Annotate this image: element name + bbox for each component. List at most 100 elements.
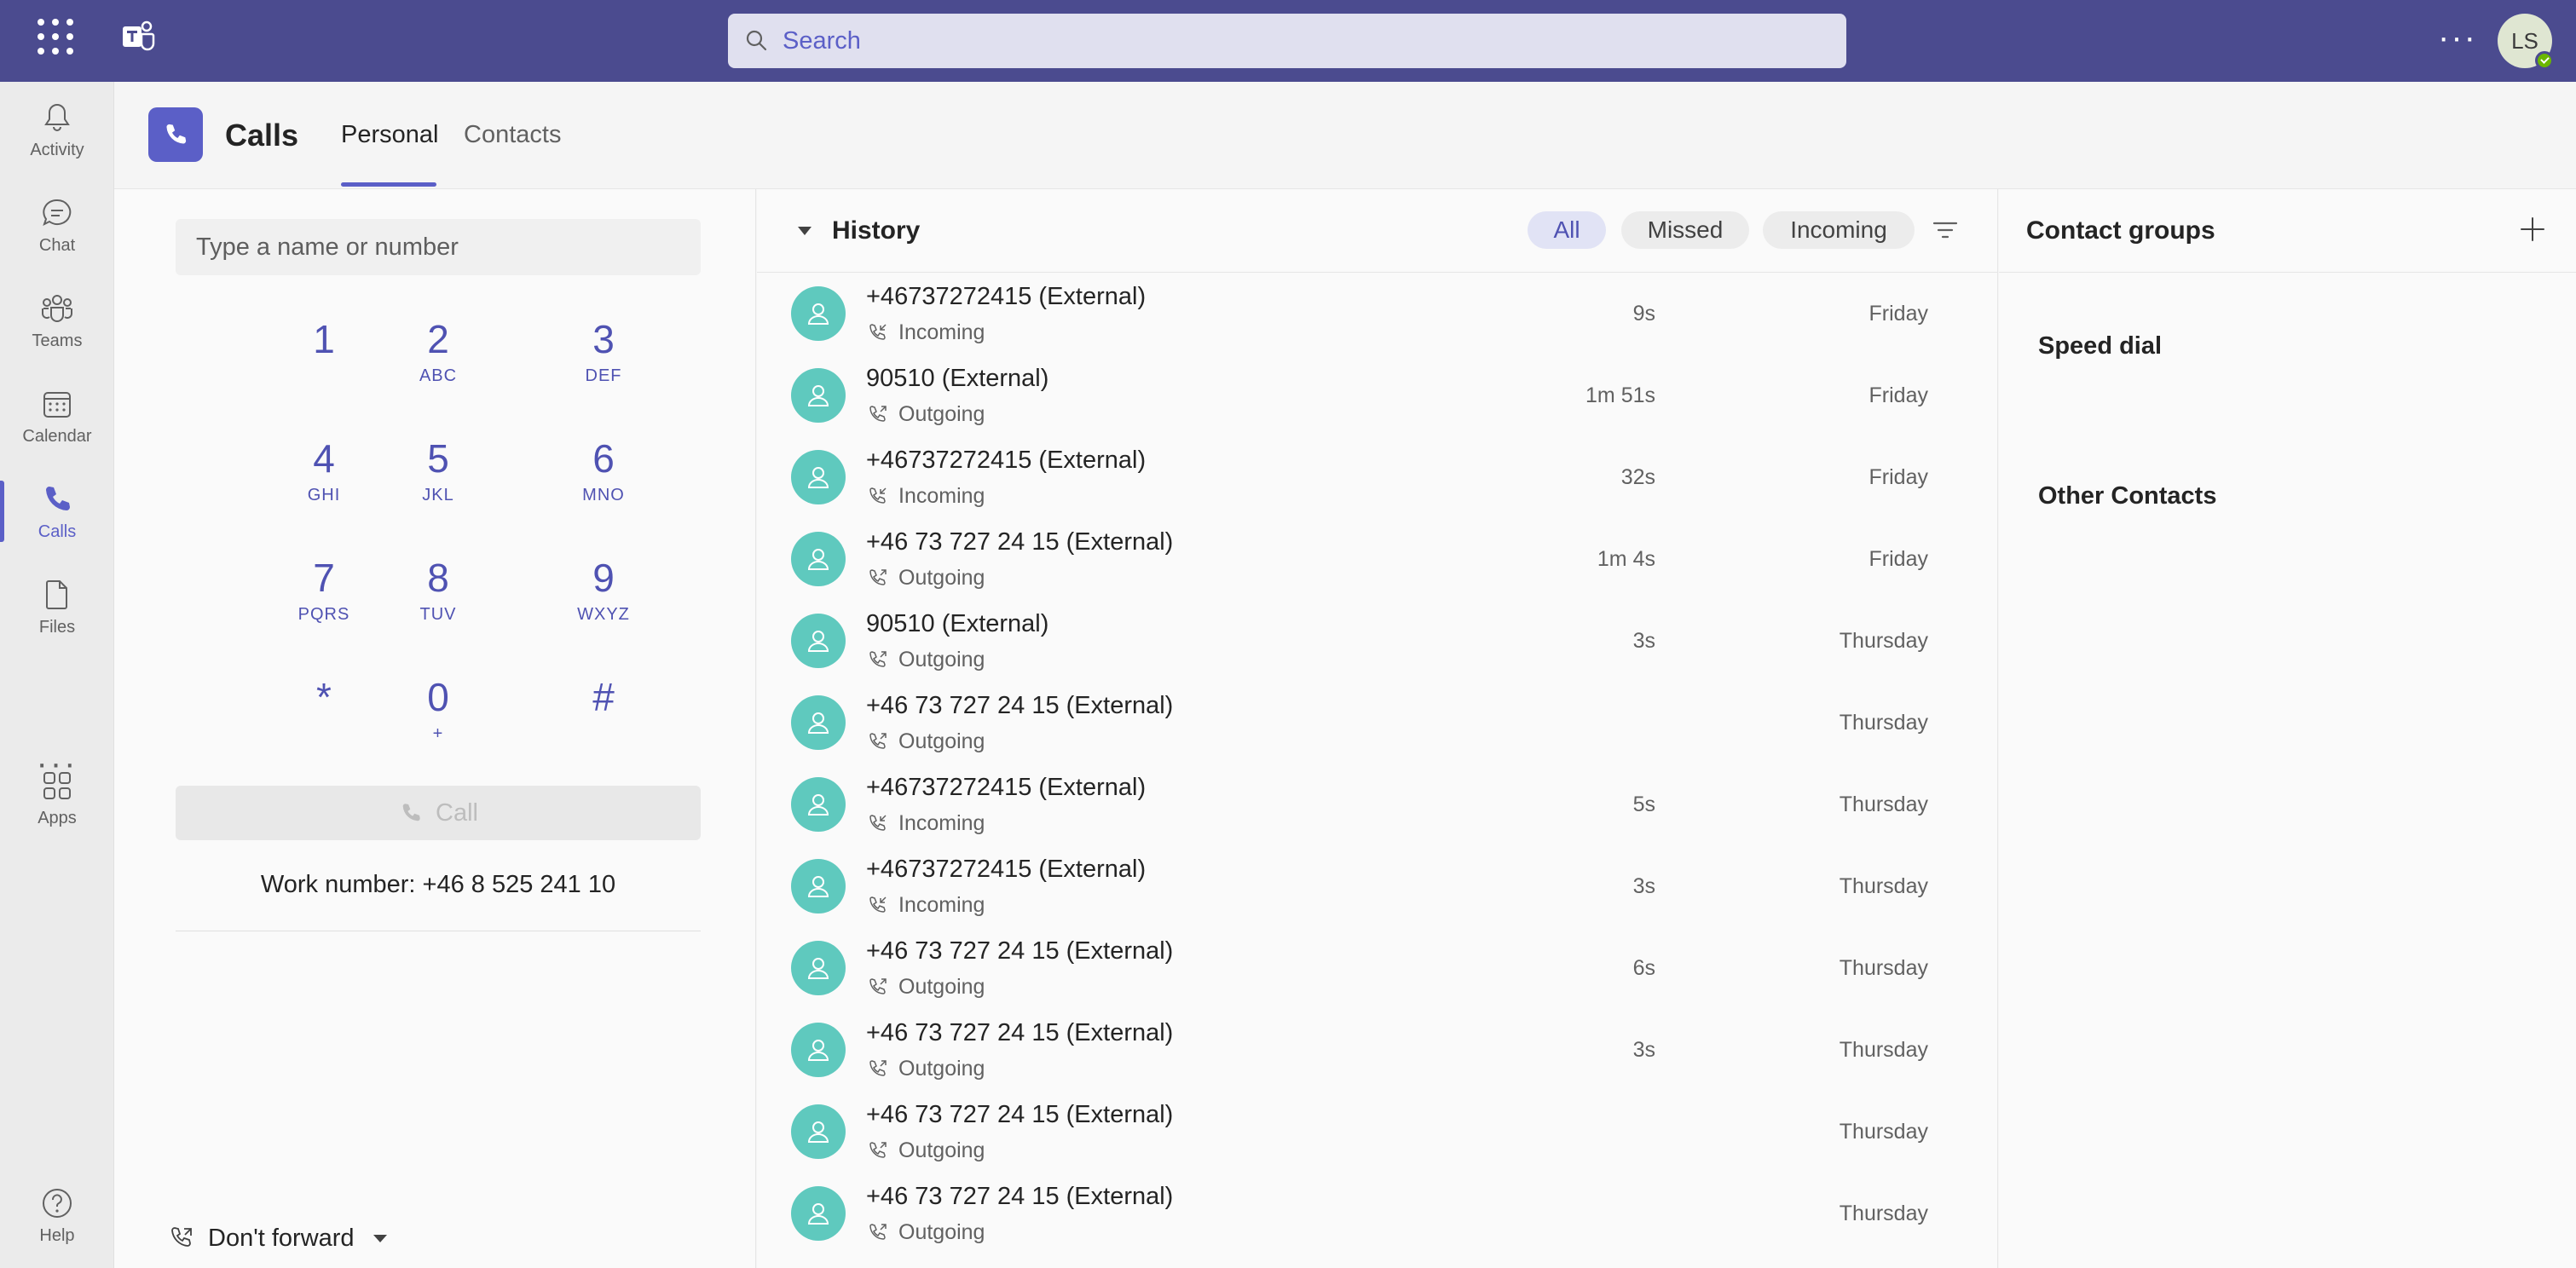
- more-options-icon[interactable]: ···: [2438, 20, 2477, 55]
- rail-label: Teams: [32, 331, 83, 350]
- tab-personal[interactable]: Personal: [341, 121, 438, 149]
- incoming-call-icon: [866, 322, 888, 344]
- teams-logo-icon: [119, 19, 157, 56]
- key-letters: PQRS: [297, 605, 350, 624]
- dial-key-0[interactable]: 0 +: [370, 675, 506, 769]
- avatar-initials: LS: [2511, 27, 2538, 54]
- call-direction-label: Outgoing: [898, 729, 985, 753]
- call-duration: 1m 51s: [1585, 383, 1655, 407]
- call-direction: Outgoing: [866, 566, 985, 591]
- dial-key-3[interactable]: 3 DEF: [535, 317, 672, 411]
- dial-key-9[interactable]: 9 WXYZ: [535, 556, 672, 649]
- call-history-row[interactable]: +46737272415 (External) Incoming 32s Friday: [757, 436, 1998, 518]
- caller-name: +46 73 727 24 15 (External): [866, 692, 1174, 719]
- call-history-row[interactable]: +46 73 727 24 15 (External) Outgoing 6s Thu…: [757, 927, 1998, 1009]
- call-history-row[interactable]: +46 73 727 24 15 (External) Outgoing 1m 4s…: [757, 518, 1998, 600]
- outgoing-call-icon: [866, 1058, 888, 1081]
- call-direction-label: Incoming: [898, 484, 985, 508]
- contact-avatar: [791, 941, 846, 995]
- person-icon: [804, 708, 833, 737]
- dial-key-6[interactable]: 6 MNO: [535, 436, 672, 530]
- caller-name: +46 73 727 24 15 (External): [866, 937, 1174, 965]
- call-history-row[interactable]: +46737272415 (External) Incoming 3s Thursda…: [757, 845, 1998, 927]
- call-day: Friday: [1868, 383, 1928, 407]
- contact-avatar: [791, 532, 846, 586]
- key-digit: #: [592, 675, 615, 719]
- add-icon[interactable]: [2518, 215, 2547, 244]
- call-history-row[interactable]: 90510 (External) Outgoing 3s Thursday: [757, 600, 1998, 682]
- rail-item-help[interactable]: Help: [0, 1173, 114, 1258]
- call-duration: 1m 4s: [1597, 547, 1655, 571]
- dialpad-panel: Type a name or number 1 2 ABC 3 DEF 4 GH…: [114, 189, 756, 1268]
- filter-icon[interactable]: [1930, 215, 1961, 245]
- caller-name: +46 73 727 24 15 (External): [866, 1183, 1174, 1210]
- user-avatar[interactable]: LS: [2498, 14, 2554, 70]
- top-bar: Search ··· LS: [0, 0, 2576, 82]
- rail-item-calls[interactable]: Calls: [0, 469, 114, 554]
- search-bar[interactable]: Search: [728, 14, 1846, 68]
- filter-missed[interactable]: Missed: [1621, 211, 1749, 249]
- caller-name: +46 73 727 24 15 (External): [866, 1101, 1174, 1128]
- call-history-row[interactable]: +46 73 727 24 15 (External) Outgoing Thurs…: [757, 682, 1998, 764]
- call-direction: Outgoing: [866, 1138, 985, 1163]
- call-history-row[interactable]: 90510 (External) Outgoing 1m 51s Friday: [757, 354, 1998, 436]
- call-button-label: Call: [436, 798, 478, 827]
- caller-name: +46 73 727 24 15 (External): [866, 528, 1174, 556]
- person-icon: [804, 299, 833, 328]
- call-forward-dropdown[interactable]: Don't forward: [167, 1224, 387, 1253]
- person-icon: [804, 1117, 833, 1146]
- rail-label: Activity: [30, 140, 84, 159]
- dial-key-5[interactable]: 5 JKL: [370, 436, 506, 530]
- rail-item-teams[interactable]: Teams: [0, 278, 114, 363]
- key-digit: 7: [313, 556, 335, 600]
- rail-item-files[interactable]: Files: [0, 564, 114, 649]
- call-direction-label: Outgoing: [898, 402, 985, 426]
- key-letters: JKL: [422, 486, 454, 504]
- incoming-call-icon: [866, 895, 888, 917]
- call-direction: Outgoing: [866, 648, 985, 672]
- tab-contacts[interactable]: Contacts: [464, 121, 561, 149]
- key-digit: 1: [313, 317, 335, 361]
- caller-name: +46 73 727 24 15 (External): [866, 1019, 1174, 1046]
- rail-item-activity[interactable]: Activity: [0, 87, 114, 172]
- outgoing-call-icon: [866, 1222, 888, 1244]
- call-forward-icon: [171, 1227, 192, 1247]
- rail-item-chat[interactable]: Chat: [0, 182, 114, 268]
- call-history-row[interactable]: +46737272415 (External) Incoming 5s Thursda…: [757, 764, 1998, 845]
- call-history-row[interactable]: +46 73 727 24 15 (External) Outgoing 3s Thu…: [757, 1009, 1998, 1091]
- call-day: Thursday: [1839, 711, 1928, 735]
- key-letters: TUV: [419, 605, 457, 624]
- speed-dial-group[interactable]: Speed dial: [2038, 332, 2162, 360]
- key-letters: DEF: [585, 366, 622, 385]
- phone-icon: [46, 486, 70, 510]
- app-launcher-icon[interactable]: [38, 19, 73, 55]
- collapse-caret-icon[interactable]: [798, 227, 811, 235]
- dial-key-8[interactable]: 8 TUV: [370, 556, 506, 649]
- call-day: Thursday: [1839, 792, 1928, 816]
- contact-avatar: [791, 859, 846, 914]
- phone-icon: [402, 804, 420, 821]
- rail-item-calendar[interactable]: Calendar: [0, 373, 114, 458]
- search-placeholder: Search: [783, 26, 861, 55]
- chat-icon: [43, 199, 72, 226]
- rail-label: Help: [39, 1225, 75, 1245]
- call-direction-label: Incoming: [898, 893, 985, 917]
- filter-incoming[interactable]: Incoming: [1763, 211, 1915, 249]
- call-button[interactable]: Call: [176, 786, 701, 840]
- dial-key-hash[interactable]: #: [535, 675, 672, 769]
- call-direction: Outgoing: [866, 402, 985, 427]
- other-contacts-group[interactable]: Other Contacts: [2038, 482, 2216, 510]
- dial-key-2[interactable]: 2 ABC: [370, 317, 506, 411]
- outgoing-call-icon: [866, 568, 888, 590]
- call-history-row[interactable]: +46 73 727 24 15 (External) Outgoing Thurs…: [757, 1091, 1998, 1173]
- rail-item-apps[interactable]: Apps: [0, 755, 114, 840]
- filter-all[interactable]: All: [1528, 211, 1606, 249]
- number-input[interactable]: Type a name or number: [176, 219, 701, 275]
- caller-name: +46737272415 (External): [866, 447, 1146, 474]
- call-history-row[interactable]: +46 73 727 24 15 (External) Outgoing Thurs…: [757, 1173, 1998, 1254]
- call-history-row[interactable]: +46737272415 (External) Incoming 9s Friday: [757, 273, 1998, 354]
- key-letters: WXYZ: [577, 605, 630, 624]
- contact-avatar: [791, 1104, 846, 1159]
- call-direction: Incoming: [866, 320, 985, 345]
- call-direction: Outgoing: [866, 729, 985, 754]
